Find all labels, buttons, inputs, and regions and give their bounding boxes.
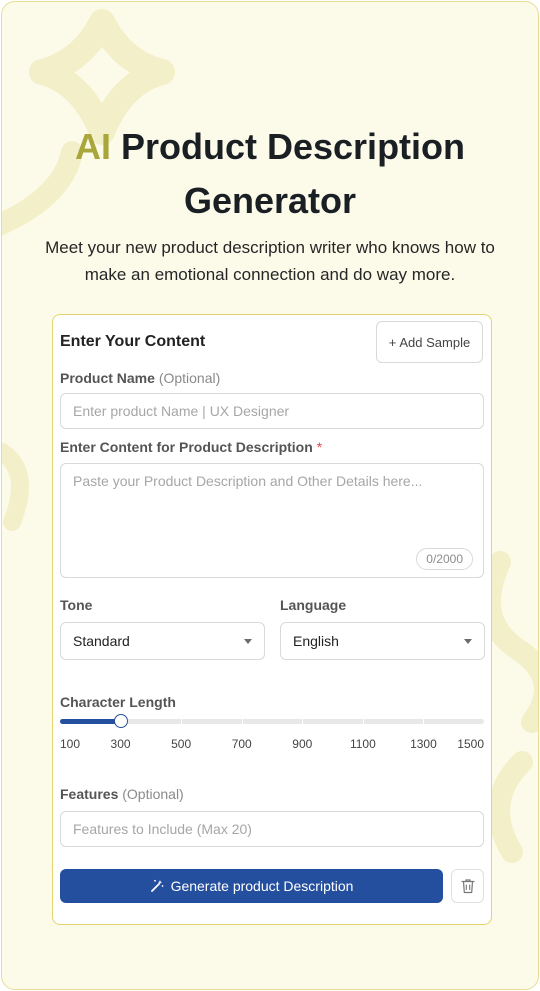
page-title: AI Product Description Generator	[2, 120, 538, 228]
optional-tag: (Optional)	[122, 786, 184, 802]
plus-icon: +	[388, 334, 397, 350]
magic-wand-icon	[150, 879, 163, 892]
content-label-text: Enter Content for Product Description	[60, 439, 313, 455]
features-label: Features (Optional)	[60, 786, 184, 802]
generate-button-label: Generate product Description	[170, 878, 354, 894]
content-label: Enter Content for Product Description *	[60, 439, 322, 455]
trash-icon	[460, 879, 475, 894]
features-placeholder: Features to Include (Max 20)	[73, 821, 252, 837]
slider-notch	[241, 719, 243, 724]
title-accent: AI	[74, 126, 111, 167]
language-label: Language	[280, 597, 347, 613]
character-counter: 0/2000	[416, 548, 473, 570]
slider-tick-label: 900	[292, 737, 313, 751]
title-line2: Generator	[183, 180, 357, 221]
clear-button[interactable]	[451, 869, 484, 903]
slider-notch	[120, 719, 122, 724]
caret-down-icon	[464, 638, 472, 644]
tone-value: Standard	[73, 633, 130, 649]
language-select[interactable]: English	[280, 622, 485, 660]
generate-description-button[interactable]: Generate product Description	[60, 869, 443, 903]
tone-label: Tone	[60, 597, 93, 613]
slider-tick-label: 1300	[410, 737, 437, 751]
content-form-card: Enter Your Content + Add Sample Product …	[52, 314, 492, 925]
features-input[interactable]: Features to Include (Max 20)	[60, 811, 484, 847]
content-placeholder: Paste your Product Description and Other…	[73, 473, 423, 489]
character-length-label: Character Length	[60, 694, 176, 710]
features-label-text: Features	[60, 786, 119, 802]
caret-down-icon	[244, 638, 252, 644]
content-textarea[interactable]: Paste your Product Description and Other…	[60, 463, 484, 578]
title-rest: Product Description	[120, 126, 466, 167]
page-container: AI Product Description Generator Meet yo…	[1, 1, 539, 990]
add-sample-button[interactable]: + Add Sample	[376, 321, 483, 363]
slider-notch	[302, 719, 304, 724]
product-name-placeholder: Enter product Name | UX Designer	[73, 403, 290, 419]
slider-tick-label: 300	[110, 737, 131, 751]
slider-tick-label: 500	[171, 737, 192, 751]
slider-notch	[423, 719, 425, 724]
page-subtitle: Meet your new product description writer…	[45, 238, 495, 284]
slider-tick-label: 1500	[457, 737, 484, 751]
tone-select[interactable]: Standard	[60, 622, 265, 660]
card-title: Enter Your Content	[60, 333, 206, 350]
required-mark: *	[316, 439, 323, 455]
slider-notch	[362, 719, 364, 724]
slider-notch	[181, 719, 183, 724]
slider-tick-label: 100	[60, 737, 81, 751]
character-length-slider[interactable]	[60, 714, 484, 728]
slider-fill	[60, 719, 121, 724]
product-name-input[interactable]: Enter product Name | UX Designer	[60, 393, 484, 429]
add-sample-label: Add Sample	[399, 334, 471, 350]
language-value: English	[293, 633, 339, 649]
slider-tick-label: 1100	[349, 737, 376, 751]
optional-tag: (Optional)	[158, 370, 221, 386]
product-name-label-text: Product Name	[60, 370, 155, 386]
product-name-label: Product Name (Optional)	[60, 370, 220, 386]
slider-tick-label: 700	[231, 737, 252, 751]
